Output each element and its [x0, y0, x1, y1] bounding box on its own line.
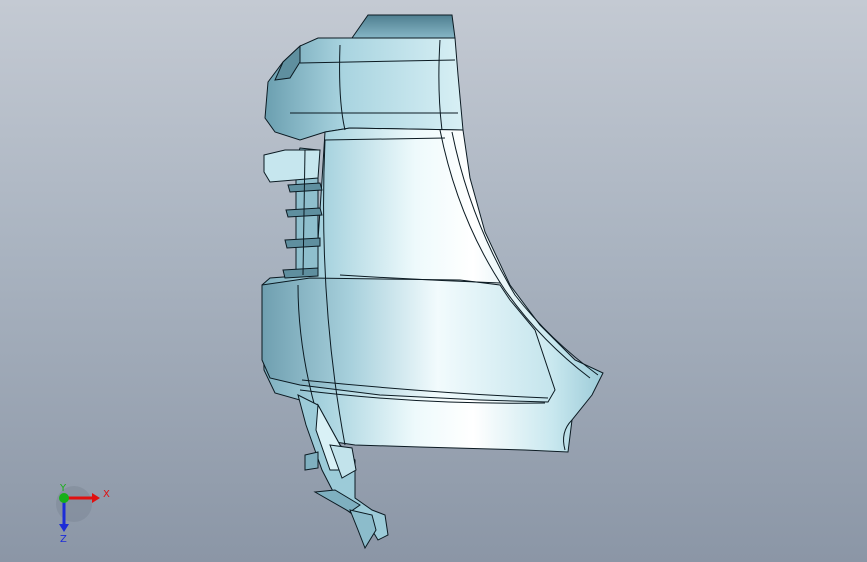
bumper-part-model[interactable] — [0, 0, 867, 562]
y-axis-origin-icon — [59, 493, 69, 503]
z-axis-label: Z — [60, 534, 67, 545]
x-axis-label: X — [103, 489, 110, 500]
top-cap-surface — [351, 14, 456, 39]
3d-viewport[interactable]: X Y Z — [0, 0, 867, 562]
axis-triad: X Y Z — [56, 483, 110, 545]
x-axis-arrow-icon — [92, 493, 100, 503]
z-axis-arrow-icon — [59, 524, 69, 532]
rib-column — [263, 147, 323, 279]
y-axis-label: Y — [59, 483, 67, 494]
